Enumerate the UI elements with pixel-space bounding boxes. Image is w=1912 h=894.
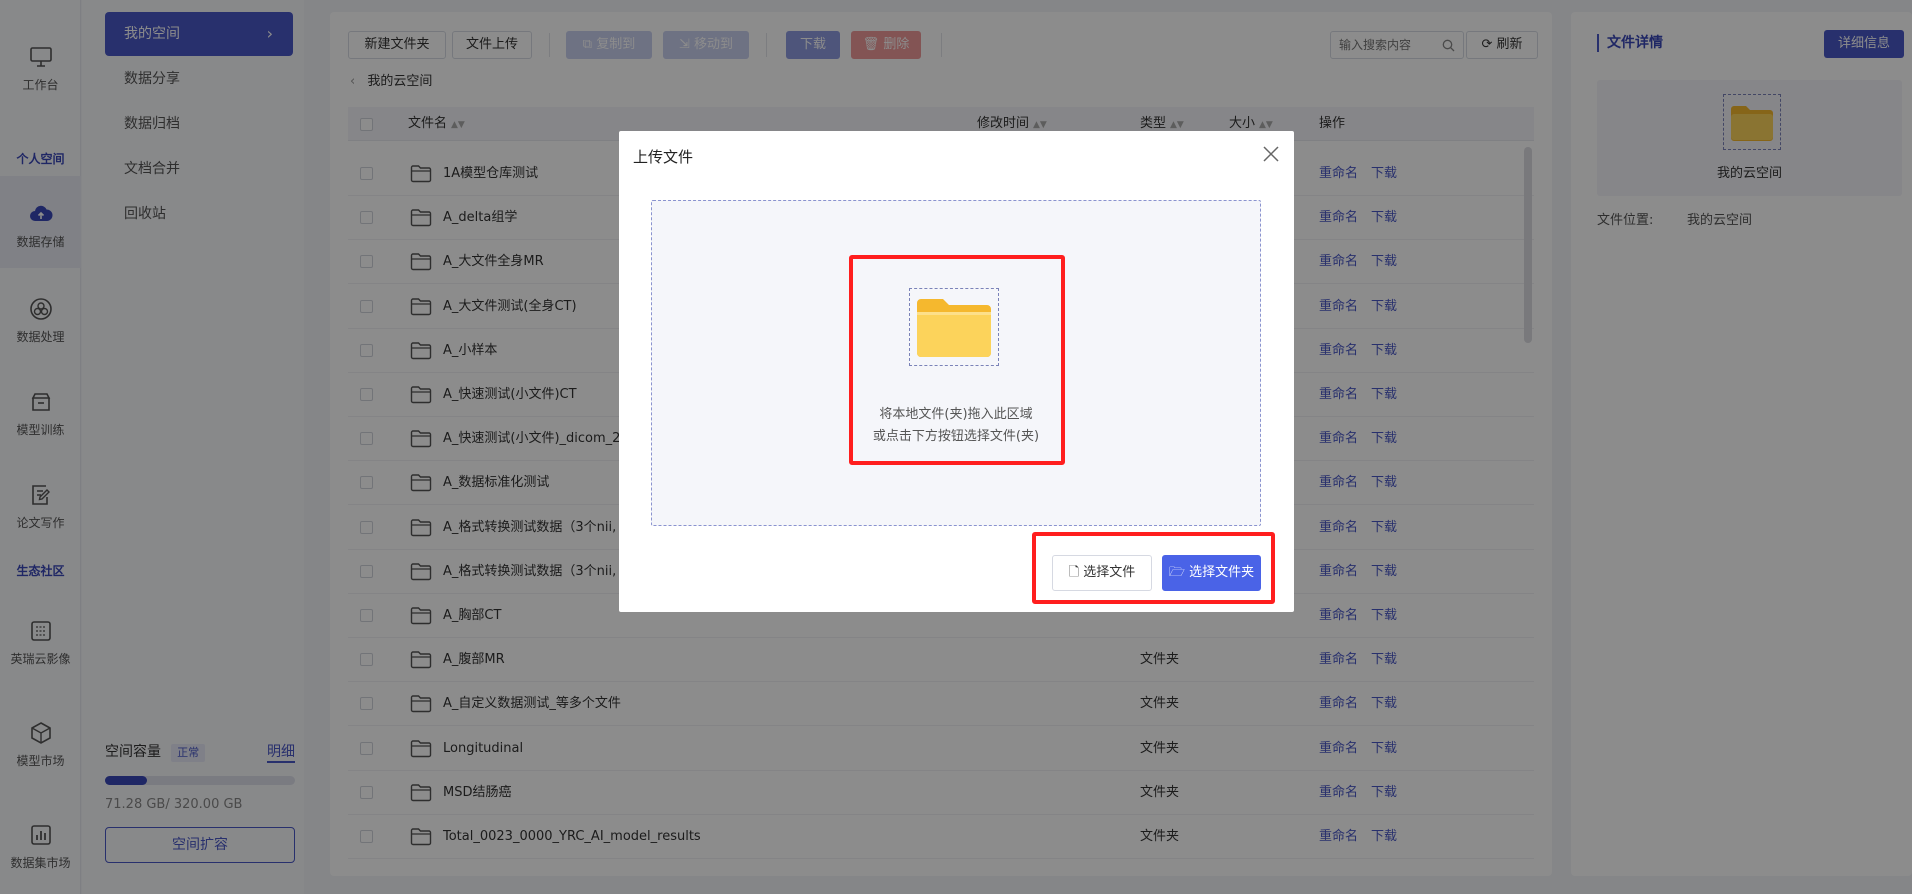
highlight-box-drop <box>849 255 1065 465</box>
highlight-box-buttons <box>1032 532 1275 604</box>
upload-modal: 上传文件 将本地文件(夹)拖入此区域 或点击下方按钮选择文件(夹) 🗋 选择文件… <box>619 131 1294 612</box>
modal-title: 上传文件 <box>633 148 694 166</box>
close-icon[interactable] <box>1262 145 1280 163</box>
